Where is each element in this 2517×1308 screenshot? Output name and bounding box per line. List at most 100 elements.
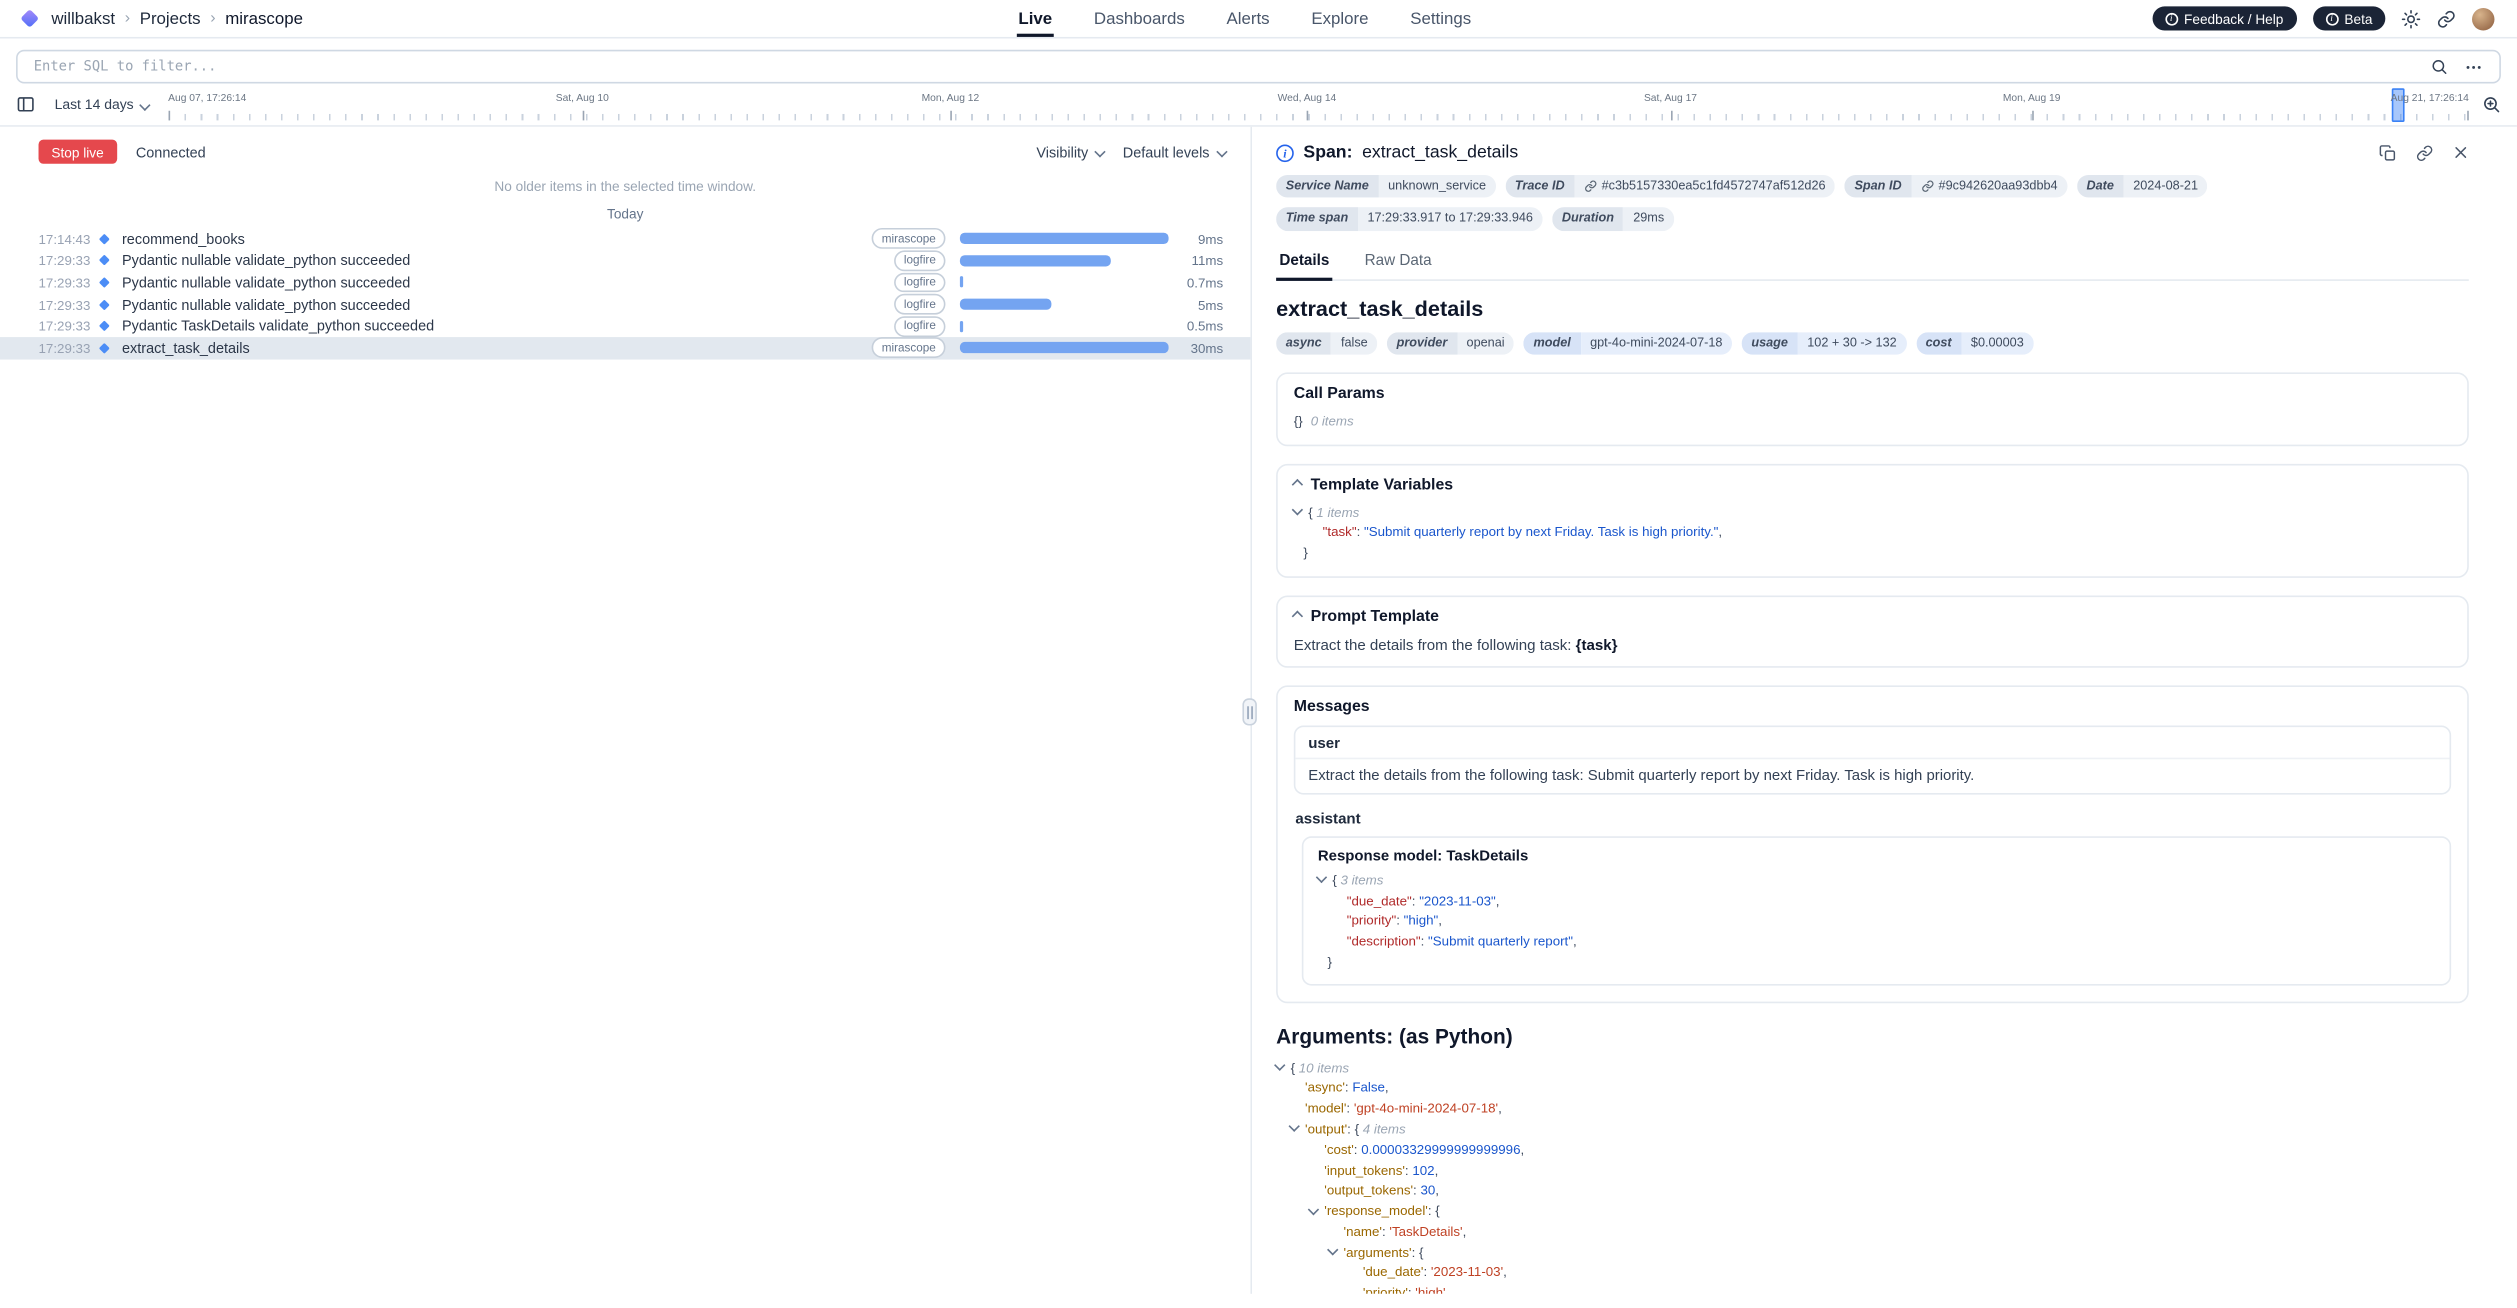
timeline-tick-label: Sat, Aug 10 <box>556 92 609 103</box>
levels-dropdown[interactable]: Default levels <box>1123 144 1225 160</box>
code-items-count: 3 items <box>1337 871 1384 887</box>
span-duration-bar-track <box>960 255 1169 266</box>
link-icon[interactable] <box>2416 144 2434 162</box>
code-punct: : <box>1412 1243 1419 1259</box>
nav-tab-dashboards[interactable]: Dashboards <box>1092 0 1186 37</box>
code-line: 'response_model': { <box>1276 1201 2469 1221</box>
span-duration-bar-track <box>960 321 1169 332</box>
code-key: 'priority' <box>1363 1284 1408 1293</box>
span-row[interactable]: 17:29:33Pydantic nullable validate_pytho… <box>0 250 1250 272</box>
code-number: 30 <box>1420 1182 1435 1198</box>
meta-badge-span-id[interactable]: Span ID#9c942620aa93dbb4 <box>1845 175 2067 198</box>
close-icon[interactable] <box>2453 144 2469 162</box>
call-params-title: Call Params <box>1294 385 2451 403</box>
span-row-name: Pydantic nullable validate_python succee… <box>122 296 894 312</box>
span-duration-bar <box>960 255 1111 266</box>
span-diamond-icon <box>99 321 110 332</box>
stop-live-button[interactable]: Stop live <box>39 140 117 164</box>
meta-badge-date: Date2024-08-21 <box>2077 175 2208 198</box>
info-icon <box>2165 12 2178 25</box>
copy-icon[interactable] <box>2379 144 2397 162</box>
feedback-help-button[interactable]: Feedback / Help <box>2152 6 2296 30</box>
share-link-icon[interactable] <box>2437 9 2456 28</box>
sun-theme-icon[interactable] <box>2401 9 2420 28</box>
span-row[interactable]: 17:29:33extract_task_detailsmirascope30m… <box>0 337 1250 359</box>
chevron-down-icon[interactable] <box>1329 1242 1343 1262</box>
span-row-duration: 0.7ms <box>1178 274 1223 290</box>
meta-badge-time-span: Time span 17:29:33.917 to 17:29:33.946 <box>1276 207 1542 230</box>
code-punct: , <box>1446 1284 1450 1293</box>
attr-badge-model: modelgpt-4o-mini-2024-07-18 <box>1524 332 1732 355</box>
span-header-actions <box>2379 144 2469 162</box>
prompt-template-header[interactable]: Prompt Template <box>1294 608 2451 626</box>
timeline-tick-label: Mon, Aug 12 <box>922 92 980 103</box>
span-row[interactable]: 17:14:43recommend_booksmirascope9ms <box>0 228 1250 250</box>
nav-tab-explore[interactable]: Explore <box>1310 0 1370 37</box>
span-row[interactable]: 17:29:33Pydantic TaskDetails validate_py… <box>0 315 1250 337</box>
code-line: { 10 items <box>1276 1057 2469 1077</box>
badge-value: 29ms <box>1624 207 1674 230</box>
code-punct: { <box>1419 1243 1423 1259</box>
feedback-help-label: Feedback / Help <box>2184 10 2283 26</box>
badge-value: 17:29:33.917 to 17:29:33.946 <box>1358 207 1543 230</box>
code-line: "due_date": "2023-11-03", <box>1318 890 2435 910</box>
panel-resize-handle[interactable] <box>1242 698 1256 725</box>
span-row[interactable]: 17:29:33Pydantic nullable validate_pytho… <box>0 272 1250 294</box>
zoom-in-icon[interactable] <box>2482 95 2501 114</box>
nav-tab-live[interactable]: Live <box>1017 0 1054 37</box>
nav-tab-settings[interactable]: Settings <box>1409 0 1473 37</box>
code-line: "priority": "high", <box>1318 911 2435 931</box>
span-row-tag: mirascope <box>872 338 945 359</box>
span-duration-bar <box>960 342 1169 353</box>
live-view-panel: Stop live Connected Visibility Default l… <box>0 127 1252 1294</box>
visibility-dropdown[interactable]: Visibility <box>1036 144 1103 160</box>
chevron-glyph <box>1316 872 1326 882</box>
badge-value-text: $0.00003 <box>1971 335 2024 351</box>
chevron-down-icon[interactable] <box>1318 870 1332 890</box>
code-key: 'output_tokens' <box>1324 1182 1413 1198</box>
badge-key: Time span <box>1276 207 1358 230</box>
code-key: 'name' <box>1344 1223 1382 1239</box>
badge-value-text: 29ms <box>1633 211 1664 227</box>
sidebar-toggle-icon[interactable] <box>16 95 35 114</box>
breadcrumb-projects[interactable]: Projects <box>140 9 201 28</box>
time-range-selector[interactable]: Last 14 days <box>48 93 155 115</box>
breadcrumb-org[interactable]: willbakst <box>51 9 115 28</box>
sql-filter-input[interactable] <box>34 59 2415 75</box>
chevron-down-icon[interactable] <box>1291 1119 1305 1139</box>
timeline-tick-mark <box>1670 110 1672 120</box>
search-icon[interactable] <box>2430 58 2448 76</box>
call-params-body: {} 0 items <box>1294 411 2451 431</box>
code-line: 'name': 'TaskDetails', <box>1276 1221 2469 1241</box>
code-punct: , <box>1718 524 1722 540</box>
beta-button[interactable]: Beta <box>2312 6 2385 30</box>
code-key: 'model' <box>1305 1100 1346 1116</box>
span-row-time: 17:29:33 <box>39 274 97 290</box>
meta-badge-service-name: Service Nameunknown_service <box>1276 175 1495 198</box>
timeline-tick-mark <box>1307 110 1309 120</box>
badge-value: gpt-4o-mini-2024-07-18 <box>1580 332 1732 355</box>
detail-tab-raw-data[interactable]: Raw Data <box>1361 246 1434 280</box>
more-options-icon[interactable] <box>2464 57 2483 76</box>
code-string: 'TaskDetails' <box>1389 1223 1462 1239</box>
span-row-time: 17:29:33 <box>39 296 97 312</box>
chevron-down-icon[interactable] <box>1276 1057 1290 1077</box>
span-row-time: 17:29:33 <box>39 253 97 269</box>
template-variables-header[interactable]: Template Variables <box>1294 476 2451 494</box>
avatar[interactable] <box>2472 7 2494 29</box>
meta-badge-trace-id[interactable]: Trace ID#c3b5157330ea5c1fd4572747af512d2… <box>1505 175 1835 198</box>
logo-diamond-icon[interactable] <box>20 9 39 28</box>
chevron-down-icon[interactable] <box>1294 502 1308 522</box>
badge-value-text: 17:29:33.917 to 17:29:33.946 <box>1367 211 1533 227</box>
timeline-track[interactable]: Aug 07, 17:26:14Sat, Aug 10Mon, Aug 12We… <box>168 87 2469 121</box>
detail-tab-details[interactable]: Details <box>1276 246 1332 280</box>
link-icon <box>1584 180 1597 193</box>
chevron-down-icon[interactable] <box>1310 1201 1324 1221</box>
nav-tab-alerts[interactable]: Alerts <box>1225 0 1271 37</box>
code-string: "Submit quarterly report" <box>1428 933 1573 949</box>
span-row[interactable]: 17:29:33 Pydantic nullable validate_pytho… <box>0 293 1250 315</box>
main-nav-tabs: Live Dashboards Alerts Explore Settings <box>1017 0 1473 37</box>
meta-badge-duration: Duration29ms <box>1552 207 1674 230</box>
span-diamond-icon <box>99 277 110 288</box>
breadcrumb-project[interactable]: mirascope <box>225 9 303 28</box>
